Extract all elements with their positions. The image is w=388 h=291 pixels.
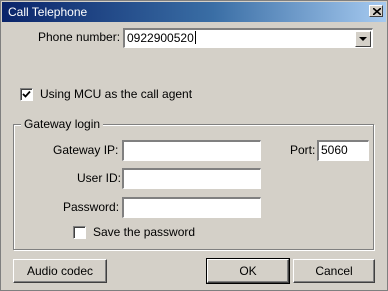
save-password-checkbox[interactable] [73,226,86,239]
phone-number-label: Phone number: [38,30,121,44]
save-password-label[interactable]: Save the password [93,225,195,239]
password-field[interactable] [122,197,261,218]
window-title: Call Telephone [8,5,88,19]
gateway-ip-field[interactable] [122,140,261,161]
port-field[interactable]: 5060 [317,140,369,161]
mcu-checkbox-label[interactable]: Using MCU as the call agent [40,87,192,101]
text-caret [194,31,196,44]
close-icon [373,8,381,15]
phone-number-combobox[interactable]: 0922900520 [123,28,373,48]
password-label: Password: [63,200,120,214]
phone-number-value: 0922900520 [127,31,194,45]
phone-dropdown-button[interactable] [355,31,371,47]
checkmark-icon [22,90,31,98]
mcu-checkbox[interactable] [20,88,33,101]
close-button[interactable] [369,5,383,17]
cancel-button[interactable]: Cancel [293,259,375,283]
gateway-login-title: Gateway login [21,117,104,131]
port-label: Port: [290,143,316,157]
user-id-label: User ID: [77,171,122,185]
title-bar[interactable]: Call Telephone [2,2,386,22]
audio-codec-button[interactable]: Audio codec [13,259,107,283]
gateway-ip-label: Gateway IP: [53,143,119,157]
call-telephone-dialog: Call Telephone Phone number: 0922900520 … [0,0,388,291]
ok-button[interactable]: OK [206,258,290,284]
user-id-field[interactable] [122,168,261,189]
port-value: 5060 [321,143,348,157]
chevron-down-icon [359,37,367,41]
